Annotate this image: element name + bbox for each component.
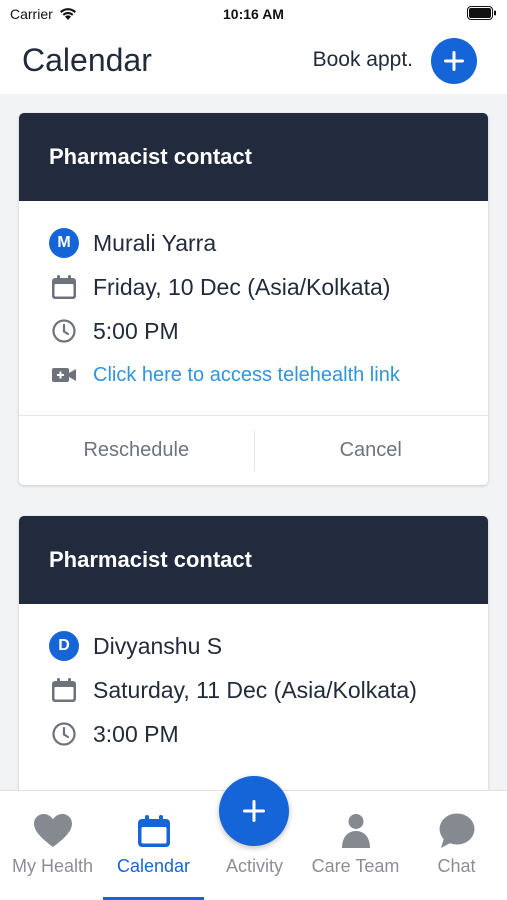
clock-icon — [52, 319, 76, 343]
tab-my-health[interactable]: My Health — [2, 791, 103, 900]
card-header: Pharmacist contact — [19, 516, 488, 604]
tab-label: Activity — [225, 856, 283, 876]
provider-row: D Divyanshu S — [47, 624, 488, 668]
card-header: Pharmacist contact — [19, 113, 488, 201]
appointment-title: Pharmacist contact — [49, 144, 252, 169]
tab-label: Calendar — [116, 856, 191, 876]
tab-label: My Health — [11, 856, 94, 876]
appointment-date: Friday, 10 Dec (Asia/Kolkata) — [93, 273, 391, 300]
tab-label: Care Team — [311, 856, 400, 876]
provider-name: Murali Yarra — [93, 229, 217, 256]
appointment-date: Saturday, 11 Dec (Asia/Kolkata) — [93, 676, 417, 703]
telehealth-row: Click here to access telehealth link — [47, 353, 488, 397]
appointment-time: 5:00 PM — [93, 317, 179, 344]
appointment-card: Pharmacist contact D Divyanshu S Saturda… — [19, 516, 488, 790]
calendar-icon — [137, 815, 170, 847]
tab-care-team[interactable]: Care Team — [305, 791, 406, 900]
time-row: 5:00 PM — [47, 309, 488, 353]
appointment-title: Pharmacist contact — [49, 547, 252, 572]
plus-icon — [243, 800, 265, 822]
plus-icon — [444, 51, 464, 71]
status-time: 10:16 AM — [223, 6, 284, 22]
avatar: M — [49, 228, 79, 258]
provider-row: M Murali Yarra — [47, 221, 488, 265]
tab-chat[interactable]: Chat — [406, 791, 507, 900]
chat-bubble-icon — [439, 813, 474, 848]
date-row: Friday, 10 Dec (Asia/Kolkata) — [47, 265, 488, 309]
clock-icon — [52, 722, 76, 746]
book-appointment-button[interactable] — [431, 38, 477, 84]
person-icon — [341, 814, 370, 848]
appointment-card: Pharmacist contact M Murali Yarra Friday… — [19, 113, 488, 485]
provider-name: Divyanshu S — [93, 632, 223, 659]
avatar: D — [49, 631, 79, 661]
card-body: D Divyanshu S Saturday, 11 Dec (Asia/Kol… — [19, 604, 488, 756]
card-body: M Murali Yarra Friday, 10 Dec (Asia/Kolk… — [19, 201, 488, 397]
telehealth-link[interactable]: Click here to access telehealth link — [93, 364, 400, 387]
cancel-button[interactable]: Cancel — [253, 416, 489, 485]
appointment-time: 3:00 PM — [93, 720, 179, 747]
appointment-list[interactable]: Pharmacist contact M Murali Yarra Friday… — [0, 94, 507, 790]
book-appointment-label[interactable]: Book appt. — [313, 48, 413, 72]
tab-label: Chat — [437, 856, 476, 876]
video-camera-icon — [52, 368, 76, 382]
header: Calendar Book appt. — [0, 28, 507, 94]
page-title: Calendar — [22, 42, 152, 78]
calendar-icon — [52, 275, 76, 299]
status-bar: Carrier 10:16 AM — [0, 0, 507, 28]
card-actions: Reschedule Cancel — [19, 415, 488, 485]
reschedule-button[interactable]: Reschedule — [19, 416, 254, 485]
add-activity-button[interactable] — [219, 776, 289, 846]
date-row: Saturday, 11 Dec (Asia/Kolkata) — [47, 668, 488, 712]
heart-icon — [33, 814, 72, 847]
calendar-icon — [52, 678, 76, 702]
time-row: 3:00 PM — [47, 712, 488, 756]
tab-calendar[interactable]: Calendar — [103, 791, 204, 900]
battery-icon — [467, 6, 497, 25]
